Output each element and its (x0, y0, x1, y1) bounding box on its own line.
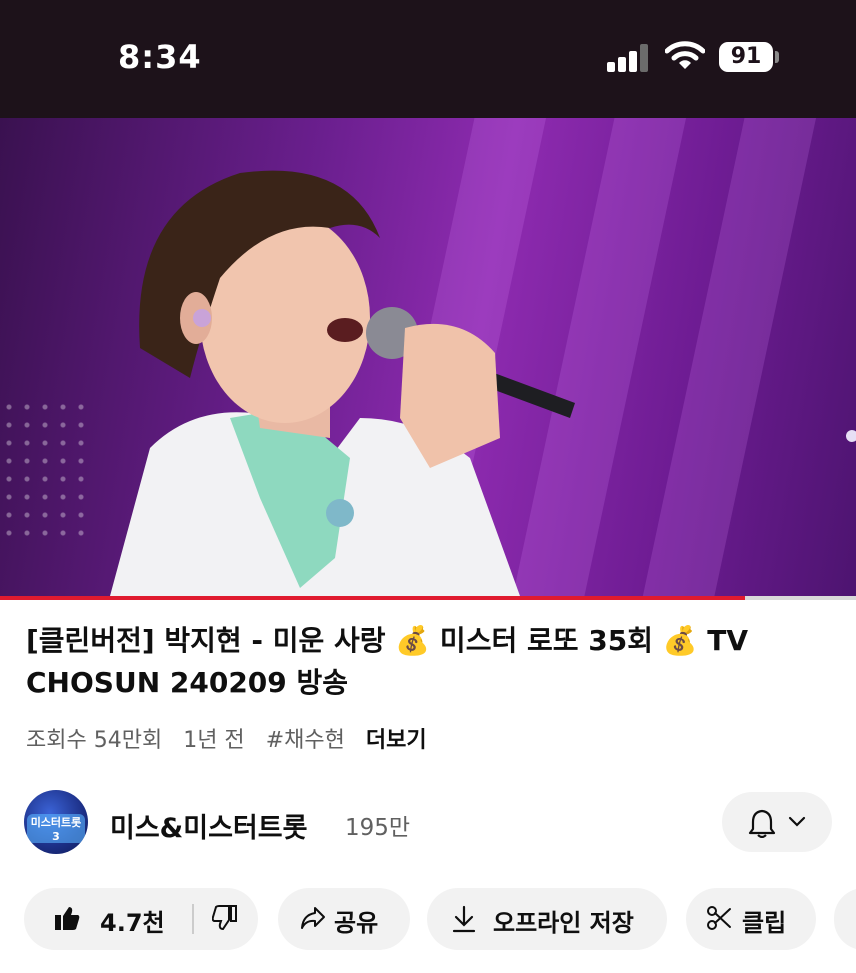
battery-tip (775, 51, 779, 63)
download-button[interactable]: 오프라인 저장 (427, 888, 667, 950)
download-icon (452, 905, 476, 933)
scissors-icon (707, 906, 731, 930)
like-button[interactable]: 4.7천 (24, 888, 192, 950)
hashtag-link[interactable]: #채수현 (266, 728, 345, 753)
status-time: 8:34 (118, 38, 202, 76)
notification-button[interactable] (722, 792, 832, 852)
channel-name[interactable]: 미스&미스터트롯 (110, 806, 307, 845)
thumbs-up-icon (55, 907, 80, 930)
more-actions-button[interactable] (834, 888, 856, 950)
video-player[interactable] (0, 118, 856, 596)
pill-divider (192, 904, 194, 934)
share-label: 공유 (334, 909, 379, 937)
download-label: 오프라인 저장 (493, 909, 634, 937)
share-icon (301, 907, 325, 929)
wifi-icon (665, 41, 705, 69)
bell-icon (748, 809, 776, 838)
channel-avatar[interactable]: 미스터트롯3 (24, 790, 88, 854)
cellular-signal-icon (607, 44, 651, 72)
view-count: 조회수 54만회 (26, 728, 163, 753)
upload-age: 1년 전 (183, 728, 245, 753)
video-meta[interactable]: 조회수 54만회 1년 전 #채수현 더보기 (26, 722, 441, 754)
share-button[interactable]: 공유 (278, 888, 410, 950)
video-progress-fill (0, 596, 745, 600)
video-frame-singer (110, 170, 575, 596)
battery-indicator: 91 (719, 42, 773, 72)
subscriber-count: 195만 (345, 815, 411, 841)
clip-button[interactable]: 클립 (686, 888, 816, 950)
like-count: 4.7천 (100, 909, 165, 937)
dislike-button[interactable] (196, 888, 258, 950)
more-button[interactable]: 더보기 (366, 728, 427, 753)
like-dislike-group: 4.7천 (24, 888, 258, 950)
thumbs-down-icon (212, 905, 237, 931)
chevron-down-icon (788, 816, 806, 827)
video-progress-bar[interactable] (0, 596, 856, 600)
status-bar: 8:34 91 (0, 0, 856, 118)
video-title[interactable]: [클린버전] 박지현 - 미운 사랑 💰 미스터 로또 35회 💰 TV CHO… (26, 620, 826, 704)
clip-label: 클립 (742, 909, 787, 937)
avatar-logo-text: 미스터트롯3 (27, 814, 85, 843)
